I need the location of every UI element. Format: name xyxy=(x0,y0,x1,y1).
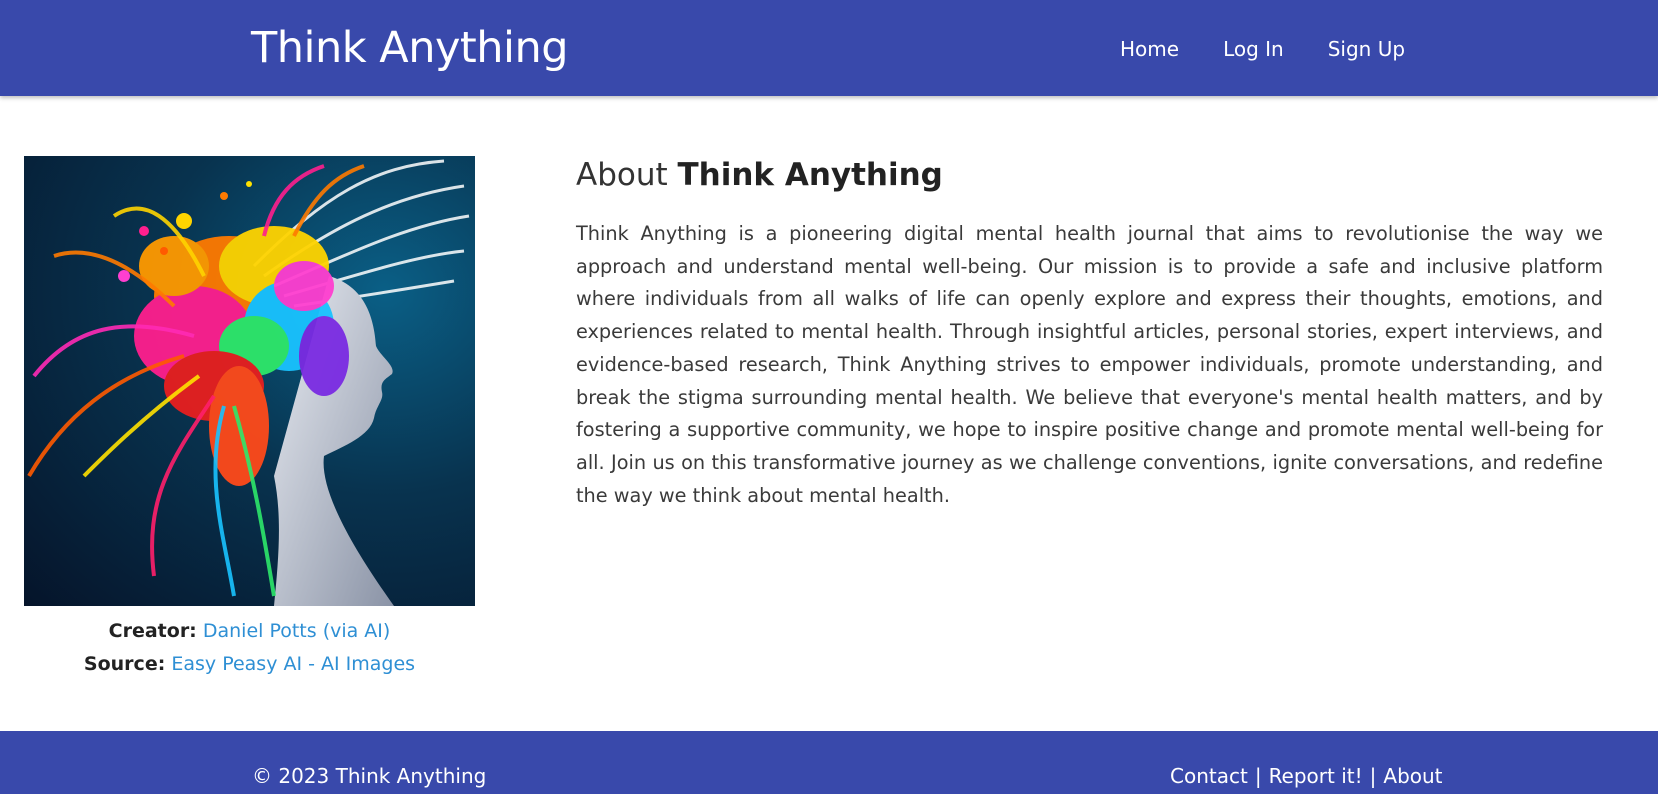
image-credits: Creator: Daniel Potts (via AI) Source: E… xyxy=(24,615,475,681)
footer-separator: | xyxy=(1254,764,1262,788)
site-header: Think Anything Home Log In Sign Up xyxy=(0,0,1658,96)
creator-label: Creator: xyxy=(108,620,197,642)
about-paragraph: Think Anything is a pioneering digital m… xyxy=(576,222,1603,507)
footer-separator: | xyxy=(1369,764,1377,788)
about-heading-brand: Think Anything xyxy=(677,157,943,193)
about-heading: About Think Anything xyxy=(576,154,943,196)
nav-home-link[interactable]: Home xyxy=(1120,33,1179,65)
creator-link[interactable]: Daniel Potts (via AI) xyxy=(203,620,390,642)
about-heading-prefix: About xyxy=(576,157,678,193)
brand-logo-link[interactable]: Think Anything xyxy=(251,22,569,74)
main-nav: Home Log In Sign Up xyxy=(1120,33,1405,65)
colorful-head-illustration xyxy=(27,159,470,606)
footer-contact-link[interactable]: Contact xyxy=(1170,762,1248,790)
footer-about-link[interactable]: About xyxy=(1383,762,1442,790)
source-link[interactable]: Easy Peasy AI - AI Images xyxy=(171,653,415,675)
nav-signup-link[interactable]: Sign Up xyxy=(1328,33,1405,65)
footer-report-link[interactable]: Report it! xyxy=(1269,762,1363,790)
ai-art-profile-image xyxy=(24,156,475,606)
creator-line: Creator: Daniel Potts (via AI) xyxy=(24,615,475,648)
source-line: Source: Easy Peasy AI - AI Images xyxy=(24,648,475,681)
nav-login-link[interactable]: Log In xyxy=(1223,33,1284,65)
copyright-text: © 2023 Think Anything xyxy=(252,764,487,788)
site-footer: © 2023 Think Anything Contact | Report i… xyxy=(0,731,1658,794)
source-label: Source: xyxy=(83,653,166,675)
footer-links: Contact | Report it! | About xyxy=(1170,762,1443,790)
